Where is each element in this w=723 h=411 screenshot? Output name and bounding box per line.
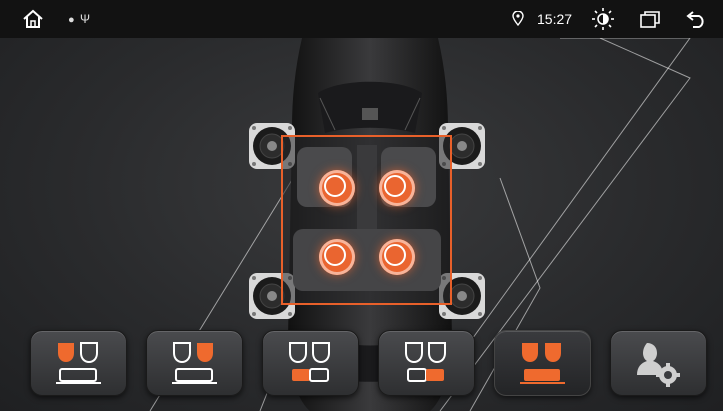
car-interior <box>293 145 441 291</box>
rear-left-seat-button[interactable] <box>262 330 359 396</box>
all-seats-button[interactable] <box>494 330 591 396</box>
seat-focus-rear-left[interactable] <box>319 239 355 275</box>
recent-apps-icon[interactable] <box>640 11 660 28</box>
android-icon: ● <box>68 14 75 26</box>
front-passenger-seat-button[interactable] <box>146 330 243 396</box>
rear-left-seat-icon <box>289 342 330 382</box>
driver-seat-icon <box>56 342 101 384</box>
seat-focus-front-right[interactable] <box>379 170 415 206</box>
user-settings-button[interactable] <box>610 330 707 396</box>
home-icon[interactable] <box>22 9 44 29</box>
mode-bar <box>0 330 723 400</box>
all-seats-icon <box>520 343 565 384</box>
seat-focus-rear-right[interactable] <box>379 239 415 275</box>
status-bar: ● Ψ 15:27 <box>0 0 723 38</box>
user-settings-icon <box>637 343 680 387</box>
seat-focus-front-left[interactable] <box>319 170 355 206</box>
usb-icon: Ψ <box>80 12 91 26</box>
clock: 15:27 <box>537 11 573 27</box>
rear-right-seat-icon <box>405 342 446 382</box>
sound-field-area[interactable] <box>281 135 452 305</box>
brightness-icon[interactable] <box>591 7 615 31</box>
rear-right-seat-button[interactable] <box>378 330 475 396</box>
driver-seat-button[interactable] <box>30 330 127 396</box>
back-icon[interactable] <box>685 10 707 28</box>
location-icon <box>512 11 524 26</box>
front-passenger-seat-icon <box>172 342 217 384</box>
